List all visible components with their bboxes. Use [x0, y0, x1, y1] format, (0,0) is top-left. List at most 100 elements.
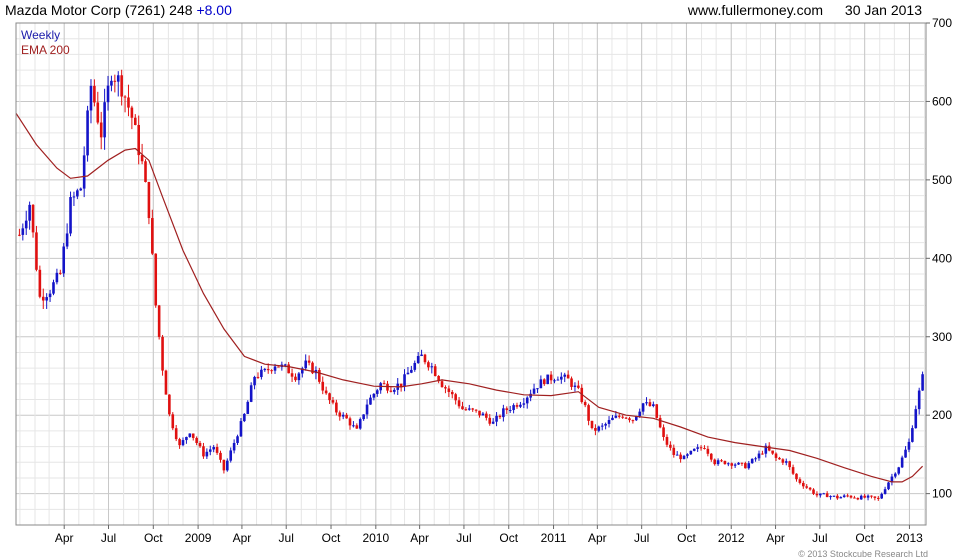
candle-body: [140, 155, 144, 162]
candle-body: [747, 463, 751, 469]
candle-body: [294, 376, 297, 381]
x-tick-label: 2010: [362, 531, 389, 545]
candle-body: [600, 425, 604, 427]
candle-body: [566, 374, 570, 379]
candle-body: [467, 408, 471, 410]
candle-body: [836, 495, 839, 499]
candle-body: [716, 460, 720, 465]
candle-body: [706, 448, 710, 454]
candle-body: [28, 204, 31, 221]
candle-body: [59, 272, 62, 274]
candle-body: [498, 415, 502, 418]
candle-body: [65, 233, 69, 247]
candle-body: [335, 402, 338, 413]
candle-body: [505, 408, 509, 411]
candle-body: [583, 402, 587, 406]
candle-body: [761, 453, 764, 455]
candle-body: [900, 457, 904, 468]
candle-body: [665, 436, 669, 445]
candle-body: [229, 450, 233, 461]
candle-body: [297, 373, 301, 381]
y-axis: 100 200 300 400 500 600 700: [926, 16, 952, 501]
candle-body: [348, 418, 352, 426]
candle-body: [805, 486, 809, 488]
candle-body: [614, 415, 618, 418]
candle-body: [525, 397, 529, 404]
candle-body: [106, 85, 110, 103]
candle-body: [307, 360, 311, 363]
candle-body: [590, 420, 594, 429]
candle-body: [853, 497, 856, 499]
candle-body: [386, 383, 389, 391]
candle-body: [369, 397, 372, 405]
y-tick-label: 100: [932, 487, 952, 501]
candle-body: [208, 449, 212, 452]
candle-body: [123, 96, 127, 98]
x-tick-label: Jul: [101, 531, 116, 545]
candle-body: [420, 354, 423, 357]
candle-body: [219, 452, 222, 460]
candle-body: [355, 425, 359, 429]
candle-body: [624, 417, 628, 419]
candle-body: [645, 402, 648, 404]
candle-body: [682, 455, 686, 460]
candle-body: [512, 405, 515, 411]
candle-body: [784, 461, 788, 463]
candle-body: [873, 496, 877, 498]
candle-body: [491, 421, 495, 424]
candle-body: [587, 405, 590, 421]
candle-body: [880, 493, 883, 499]
candle-body: [318, 370, 321, 382]
candle-body: [82, 155, 86, 189]
candle-body: [617, 415, 621, 417]
candle-body: [907, 441, 911, 450]
x-tick-label: 2012: [718, 531, 745, 545]
candle-body: [652, 404, 655, 407]
x-tick-label: 2009: [185, 531, 212, 545]
y-tick-label: 700: [932, 16, 952, 30]
candle-body: [464, 409, 468, 411]
candle-body: [876, 497, 880, 499]
candle-body: [287, 364, 290, 374]
candle-body: [45, 297, 48, 301]
candle-body: [730, 463, 734, 466]
candle-body: [127, 97, 130, 108]
candle-body: [519, 404, 522, 407]
candle-body: [341, 414, 345, 417]
candle-body: [440, 381, 444, 388]
candle-body: [849, 495, 853, 498]
candle-body: [76, 190, 79, 197]
candle-body: [778, 457, 781, 460]
candle-body: [35, 232, 38, 270]
candle-body: [577, 385, 580, 388]
candle-body: [433, 366, 437, 376]
x-tick-label: 2011: [541, 531, 567, 545]
candle-body: [819, 493, 822, 496]
candle-body: [771, 450, 774, 454]
candle-body: [444, 387, 447, 389]
candle-body: [461, 406, 464, 410]
x-tick-label: Oct: [499, 531, 518, 545]
candle-body: [393, 389, 396, 392]
candle-body: [737, 462, 740, 465]
candle-body: [389, 390, 393, 392]
candle-body: [515, 405, 519, 407]
candle-body: [604, 423, 607, 426]
candle-body: [740, 462, 744, 464]
candle-body: [914, 409, 918, 429]
candle-body: [154, 253, 158, 306]
y-tick-label: 500: [932, 173, 952, 187]
candle-body: [709, 453, 713, 460]
candle-body: [212, 447, 215, 450]
x-tick-label: Apr: [766, 531, 785, 545]
candle-body: [430, 366, 434, 368]
candle-body: [304, 360, 308, 369]
x-tick-label: Oct: [677, 531, 696, 545]
candle-body: [328, 393, 331, 401]
candle-body: [372, 393, 376, 398]
candle-body: [406, 372, 410, 375]
candle-body: [270, 370, 273, 372]
candle-body: [239, 421, 243, 437]
candle-body: [713, 459, 716, 465]
candle-body: [648, 402, 652, 407]
